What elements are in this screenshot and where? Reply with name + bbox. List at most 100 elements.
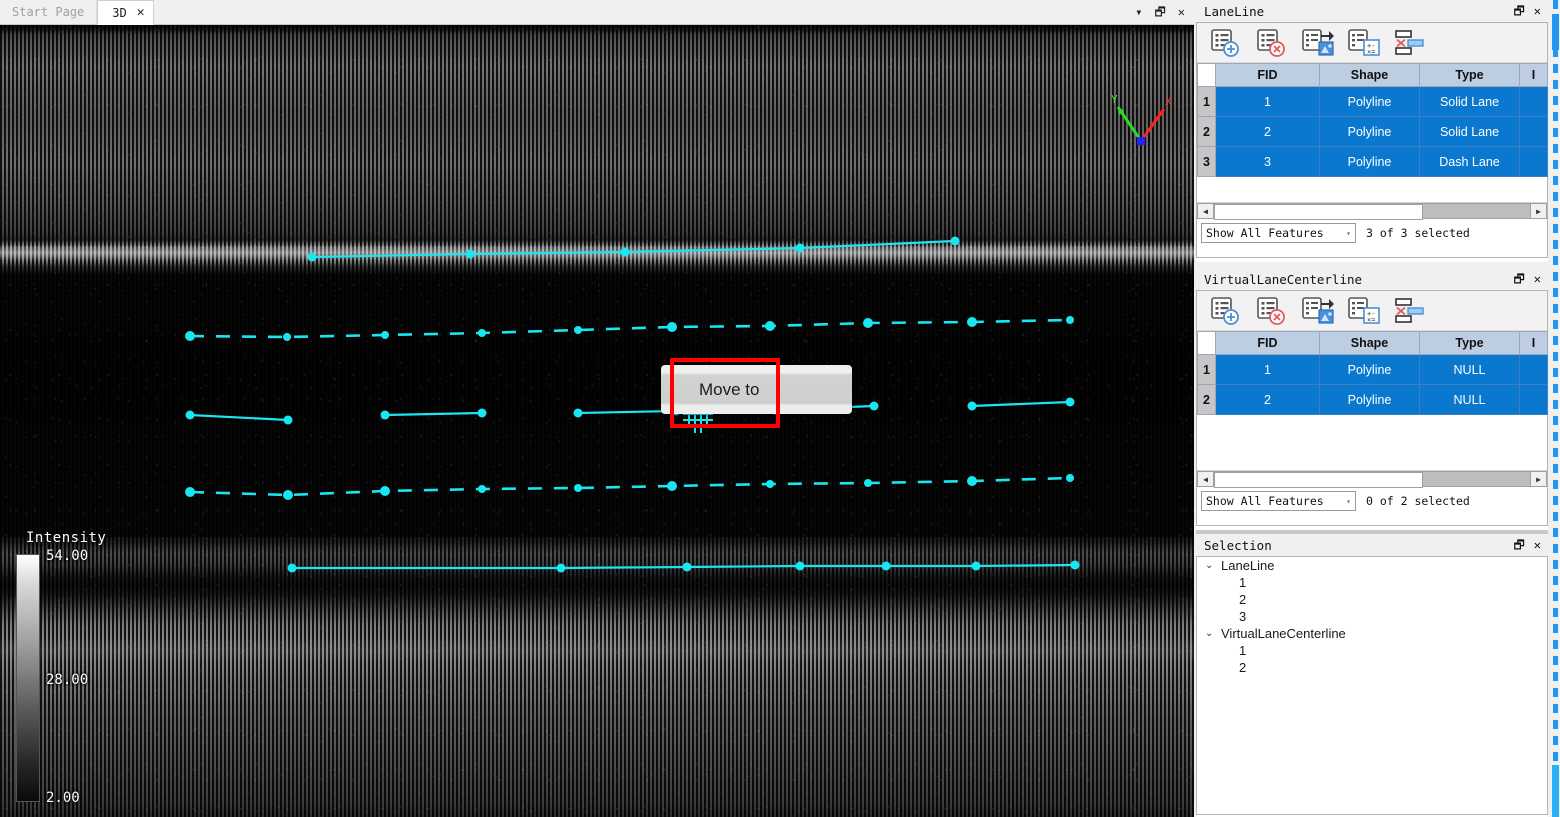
list-item[interactable]: 1 — [1197, 642, 1547, 659]
laneline-row-3-index[interactable]: 3 — [1197, 146, 1216, 177]
scroll-left-icon[interactable]: ◀ — [1197, 471, 1214, 487]
tabbar-window-controls: ▾ 🗗 ✕ — [1135, 0, 1194, 24]
vlc-filter-select[interactable]: Show All Features ▾ — [1201, 491, 1356, 511]
table-row[interactable]: 3 3 Polyline Dash Lane — [1197, 146, 1548, 177]
laneline-col-type[interactable]: Type — [1419, 63, 1520, 87]
calculate-field-icon[interactable]: +- ×= — [1347, 296, 1381, 326]
laneline-row-3-fid[interactable]: 3 — [1215, 146, 1320, 177]
export-table-icon[interactable] — [1301, 296, 1335, 326]
laneline-row-2-index[interactable]: 2 — [1197, 116, 1216, 147]
laneline-col-partial[interactable]: I — [1519, 63, 1548, 87]
scroll-right-icon[interactable]: ▶ — [1530, 471, 1547, 487]
vlc-row-1-shape[interactable]: Polyline — [1319, 354, 1420, 385]
vlc-row-2-fid[interactable]: 2 — [1215, 384, 1320, 415]
chevron-down-icon[interactable]: ⌄ — [1205, 560, 1221, 571]
delete-field-icon[interactable] — [1393, 296, 1427, 326]
list-item[interactable]: 2 — [1197, 591, 1547, 608]
close-window-icon[interactable]: ✕ — [1178, 6, 1185, 18]
vlc-row-2-type[interactable]: NULL — [1419, 384, 1520, 415]
panel-vlc-close-icon[interactable]: ✕ — [1534, 273, 1541, 285]
laneline-row-1-shape[interactable]: Polyline — [1319, 86, 1420, 117]
laneline-filter-select[interactable]: Show All Features ▾ — [1201, 223, 1356, 243]
vlc-col-fid[interactable]: FID — [1215, 331, 1320, 355]
vlc-row-2-index[interactable]: 2 — [1197, 384, 1216, 415]
delete-record-icon[interactable] — [1255, 28, 1289, 58]
vlc-scroll-track[interactable] — [1214, 471, 1530, 488]
vlc-col-type[interactable]: Type — [1419, 331, 1520, 355]
vlc-filter-row: Show All Features ▾ 0 of 2 selected — [1197, 487, 1547, 515]
table-row[interactable]: 2 2 Polyline Solid Lane — [1197, 116, 1548, 147]
laneline-row-2-extra[interactable] — [1519, 116, 1548, 147]
laneline-scroll-track[interactable] — [1214, 203, 1530, 220]
scroll-right-icon[interactable]: ▶ — [1530, 203, 1547, 219]
tab-start-page[interactable]: Start Page — [0, 0, 98, 24]
vlc-col-shape[interactable]: Shape — [1319, 331, 1420, 355]
panel-selection-float-icon[interactable]: 🗗 — [1513, 539, 1524, 551]
tab-close-icon[interactable]: ✕ — [137, 6, 145, 19]
panel-vlc-titlebar[interactable]: VirtualLaneCenterline 🗗 ✕ — [1196, 268, 1548, 290]
vlc-select-all-corner[interactable] — [1197, 331, 1216, 355]
vlc-row-1-extra[interactable] — [1519, 354, 1548, 385]
laneline-row-1-index[interactable]: 1 — [1197, 86, 1216, 117]
vlc-scroll-thumb[interactable] — [1214, 472, 1423, 488]
laneline-row-3-extra[interactable] — [1519, 146, 1548, 177]
vlc-row-1-type[interactable]: NULL — [1419, 354, 1520, 385]
list-item[interactable]: 1 — [1197, 574, 1547, 591]
list-item[interactable]: 2 — [1197, 659, 1547, 676]
vlc-col-partial[interactable]: I — [1519, 331, 1548, 355]
selection-tree[interactable]: ⌄ LaneLine 1 2 3 ⌄ VirtualLaneCenterline… — [1196, 556, 1548, 815]
vlc-row-2-extra[interactable] — [1519, 384, 1548, 415]
delete-record-icon[interactable] — [1255, 296, 1289, 326]
export-table-icon[interactable] — [1301, 28, 1335, 58]
panel-selection-titlebar[interactable]: Selection 🗗 ✕ — [1196, 534, 1548, 556]
3d-viewport[interactable]: .ln { stroke:#19e6f0; stroke-width:2.2; … — [0, 25, 1194, 817]
laneline-row-1-extra[interactable] — [1519, 86, 1548, 117]
tab-3d[interactable]: 3D ✕ — [97, 0, 154, 25]
panel-vlc-float-icon[interactable]: 🗗 — [1513, 273, 1524, 285]
calculate-field-icon[interactable]: +- ×= — [1347, 28, 1381, 58]
context-menu-item-move-to[interactable]: Move to — [661, 380, 759, 400]
table-row[interactable]: 2 2 Polyline NULL — [1197, 384, 1548, 415]
laneline-row-2-type[interactable]: Solid Lane — [1419, 116, 1520, 147]
laneline-row-2-shape[interactable]: Polyline — [1319, 116, 1420, 147]
dash-lane-segments — [185, 397, 1075, 425]
chevron-down-icon[interactable]: ⌄ — [1205, 628, 1221, 639]
selection-group-vlc[interactable]: ⌄ VirtualLaneCenterline — [1197, 625, 1547, 642]
table-row[interactable]: 1 1 Polyline Solid Lane — [1197, 86, 1548, 117]
scroll-left-icon[interactable]: ◀ — [1197, 203, 1214, 219]
panel-laneline-titlebar[interactable]: LaneLine 🗗 ✕ — [1196, 0, 1548, 22]
context-menu[interactable]: Move to — [661, 365, 852, 414]
panel-laneline-float-icon[interactable]: 🗗 — [1513, 5, 1524, 17]
chevron-down-icon[interactable]: ▾ — [1346, 229, 1351, 238]
laneline-table[interactable]: FID Shape Type I 1 1 Polyline Solid Lane — [1197, 63, 1548, 177]
vlc-row-1-index[interactable]: 1 — [1197, 354, 1216, 385]
add-record-icon[interactable] — [1209, 28, 1243, 58]
laneline-row-2-fid[interactable]: 2 — [1215, 116, 1320, 147]
laneline-row-1-fid[interactable]: 1 — [1215, 86, 1320, 117]
panel-selection-close-icon[interactable]: ✕ — [1534, 539, 1541, 551]
table-row[interactable]: 1 1 Polyline NULL — [1197, 354, 1548, 385]
laneline-scroll-thumb[interactable] — [1214, 204, 1423, 220]
laneline-row-3-shape[interactable]: Polyline — [1319, 146, 1420, 177]
selection-group-laneline[interactable]: ⌄ LaneLine — [1197, 557, 1547, 574]
vlc-row-2-shape[interactable]: Polyline — [1319, 384, 1420, 415]
laneline-row-3-type[interactable]: Dash Lane — [1419, 146, 1520, 177]
chevron-down-icon[interactable]: ▾ — [1135, 6, 1142, 18]
laneline-row-1-type[interactable]: Solid Lane — [1419, 86, 1520, 117]
laneline-horizontal-scrollbar[interactable]: ◀ ▶ — [1197, 202, 1547, 220]
restore-window-icon[interactable]: 🗗 — [1154, 6, 1165, 18]
laneline-solid-bottom — [287, 560, 1080, 573]
add-record-icon[interactable] — [1209, 296, 1243, 326]
laneline-dashed-upper — [185, 316, 1074, 341]
vlc-horizontal-scrollbar[interactable]: ◀ ▶ — [1197, 470, 1547, 488]
list-item[interactable]: 3 — [1197, 608, 1547, 625]
vlc-row-1-fid[interactable]: 1 — [1215, 354, 1320, 385]
delete-field-icon[interactable] — [1393, 28, 1427, 58]
chevron-down-icon[interactable]: ▾ — [1346, 497, 1351, 506]
laneline-col-shape[interactable]: Shape — [1319, 63, 1420, 87]
vlc-table[interactable]: FID Shape Type I 1 1 Polyline NULL 2 2 P… — [1197, 331, 1548, 415]
dock-indicator-bottom-marker — [1552, 765, 1559, 817]
panel-laneline-close-icon[interactable]: ✕ — [1534, 5, 1541, 17]
laneline-select-all-corner[interactable] — [1197, 63, 1216, 87]
laneline-col-fid[interactable]: FID — [1215, 63, 1320, 87]
